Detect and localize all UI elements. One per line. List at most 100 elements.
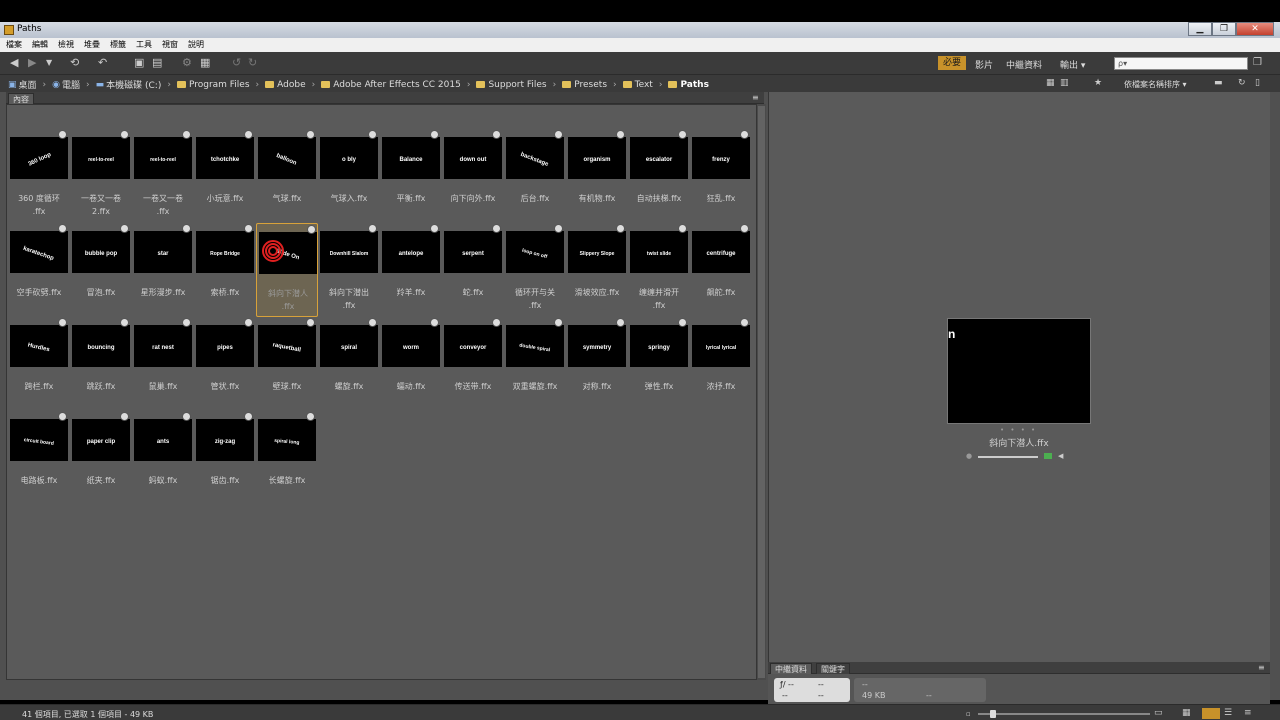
breadcrumb-item[interactable]: ◉ 電腦 ›: [52, 78, 95, 92]
workspace-film[interactable]: 影片: [975, 58, 993, 71]
tab-content[interactable]: 內容: [8, 93, 34, 104]
preset-item[interactable]: Downhill Slalom 斜向下潜出 .ffx: [318, 223, 380, 317]
playback-track[interactable]: [978, 456, 1038, 458]
preset-item[interactable]: Balance 平衡.ffx: [380, 129, 442, 223]
preset-item[interactable]: zig-zag 锯齿.ffx: [194, 411, 256, 505]
view-details-icon[interactable]: ☰: [1224, 708, 1232, 719]
menu-view[interactable]: 檢視: [52, 38, 78, 52]
preset-item[interactable]: spiral 螺旋.ffx: [318, 317, 380, 411]
preset-item[interactable]: symmetry 对称.ffx: [566, 317, 628, 411]
preset-item[interactable]: loop on off 循环开与关 .ffx: [504, 223, 566, 317]
rating-dots[interactable]: • • • •: [1000, 426, 1037, 434]
breadcrumb-item[interactable]: Presets ›: [562, 80, 622, 90]
view-thumbnails-button[interactable]: [1202, 708, 1220, 719]
breadcrumb-item[interactable]: Program Files ›: [176, 80, 265, 90]
preset-item[interactable]: raquetball 壁球.ffx: [256, 317, 318, 411]
menu-help[interactable]: 說明: [182, 38, 208, 52]
menu-label[interactable]: 標籤: [104, 38, 130, 52]
rotate-right-icon[interactable]: ↻: [248, 57, 257, 68]
thumbnail-size-slider[interactable]: [978, 713, 1150, 715]
open-icon[interactable]: ⚙: [182, 57, 192, 68]
maximize-button[interactable]: ❐: [1212, 22, 1236, 36]
content-scrollbar[interactable]: [757, 104, 766, 680]
breadcrumb-item[interactable]: Support Files ›: [476, 80, 562, 90]
preset-item[interactable]: centrifuge 飙舵.ffx: [690, 223, 752, 317]
menu-file[interactable]: 檔案: [0, 38, 26, 52]
preset-item[interactable]: reel-to-reel 一卷又一卷 2.ffx: [70, 129, 132, 223]
menu-edit[interactable]: 編輯: [26, 38, 52, 52]
chevron-down-icon[interactable]: ▼: [46, 57, 52, 68]
preset-item[interactable]: serpent 蛇.ffx: [442, 223, 504, 317]
workspace-metadata[interactable]: 中繼資料: [1006, 58, 1042, 71]
breadcrumb-item[interactable]: Adobe ›: [265, 80, 321, 90]
chevron-right-icon[interactable]: ›: [659, 80, 663, 90]
breadcrumb-item[interactable]: ▣ 桌面 ›: [8, 78, 52, 92]
sort-dropdown[interactable]: 依檔案名稱排序 ▾: [1124, 79, 1187, 90]
preset-item[interactable]: antelope 羚羊.ffx: [380, 223, 442, 317]
preset-item[interactable]: circuit board 电路板.ffx: [8, 411, 70, 505]
preset-item[interactable]: tchotchke 小玩意.ffx: [194, 129, 256, 223]
chevron-right-icon[interactable]: ›: [256, 80, 260, 90]
preset-item[interactable]: Rope Bridge 索桥.ffx: [194, 223, 256, 317]
volume-icon[interactable]: ◀: [1058, 452, 1063, 460]
tab-metadata[interactable]: 中繼資料: [770, 663, 812, 674]
refine-icon[interactable]: ▤: [152, 57, 162, 68]
preset-item[interactable]: pipes 管状.ffx: [194, 317, 256, 411]
zoom-in-icon[interactable]: ▭: [1154, 708, 1163, 719]
star-filter-icon[interactable]: ★: [1094, 78, 1102, 89]
thumbnail-size-knob[interactable]: [990, 710, 996, 718]
preset-item[interactable]: rat nest 鼠巢.ffx: [132, 317, 194, 411]
preset-item[interactable]: karatechop 空手砍劈.ffx: [8, 223, 70, 317]
preset-item[interactable]: escalator 自动扶梯.ffx: [628, 129, 690, 223]
boomerang-icon[interactable]: ↶: [98, 57, 107, 68]
preset-item[interactable]: paper clip 纸夹.ffx: [70, 411, 132, 505]
preset-item[interactable]: Hurdles 跨栏.ffx: [8, 317, 70, 411]
preset-item[interactable]: Slippery Slope 滑坡效应.ffx: [566, 223, 628, 317]
trash-icon[interactable]: ▯: [1255, 78, 1260, 89]
preset-item[interactable]: ants 蚂蚁.ffx: [132, 411, 194, 505]
new-folder-icon[interactable]: ▬: [1214, 78, 1223, 89]
preset-item[interactable]: reel-to-reel 一卷又一卷 .ffx: [132, 129, 194, 223]
chevron-right-icon[interactable]: ›: [467, 80, 471, 90]
rotate-left-icon[interactable]: ↺: [232, 57, 241, 68]
preset-item[interactable]: spiral long 长螺旋.ffx: [256, 411, 318, 505]
preset-item[interactable]: backstage 后台.ffx: [504, 129, 566, 223]
menu-window[interactable]: 視窗: [156, 38, 182, 52]
preset-item[interactable]: twist slide 缠缠并滑开 .ffx: [628, 223, 690, 317]
breadcrumb-item[interactable]: Text ›: [622, 80, 669, 90]
loop-icon[interactable]: [1044, 453, 1052, 459]
grid-lock-icon[interactable]: ▦: [1182, 708, 1191, 719]
view-icon[interactable]: ▥: [1060, 78, 1069, 89]
preset-item[interactable]: double spiral 双重螺旋.ffx: [504, 317, 566, 411]
chevron-right-icon[interactable]: ›: [43, 80, 47, 90]
preset-item[interactable]: star 星形漫步.ffx: [132, 223, 194, 317]
back-icon[interactable]: ◀: [10, 57, 18, 68]
chevron-right-icon[interactable]: ›: [613, 80, 617, 90]
workspace-output[interactable]: 輸出 ▾: [1060, 58, 1085, 71]
panel-menu-icon[interactable]: ≡: [752, 92, 759, 103]
chevron-right-icon[interactable]: ›: [86, 80, 90, 90]
preset-item[interactable]: lyrical lyrical 浓抒.ffx: [690, 317, 752, 411]
preset-item[interactable]: balloon 气球.ffx: [256, 129, 318, 223]
preset-item[interactable]: o bly 气球入.ffx: [318, 129, 380, 223]
compact-mode-icon[interactable]: ❐: [1253, 57, 1262, 68]
zoom-out-icon[interactable]: ▫: [966, 709, 971, 720]
close-button[interactable]: ✕: [1236, 22, 1274, 36]
preset-item[interactable]: 360 loop 360 度循环 .ffx: [8, 129, 70, 223]
breadcrumb-item[interactable]: ▬ 本機磁碟 (C:) ›: [96, 78, 177, 92]
workspace-essentials[interactable]: 必要: [938, 56, 967, 70]
thumbnail-quality-icon[interactable]: ▦: [1046, 78, 1055, 89]
recent-folder-icon[interactable]: ⟲: [70, 57, 79, 68]
view-list-icon[interactable]: ≡: [1244, 708, 1252, 719]
rotate-icon[interactable]: ↻: [1238, 78, 1246, 89]
menu-tools[interactable]: 工具: [130, 38, 156, 52]
tab-keywords[interactable]: 關鍵字: [816, 663, 850, 674]
preset-item[interactable]: springy 弹性.ffx: [628, 317, 690, 411]
camera-icon[interactable]: ▣: [134, 57, 144, 68]
chevron-right-icon[interactable]: ›: [312, 80, 316, 90]
panel-menu-icon[interactable]: ≡: [1258, 662, 1265, 673]
chevron-right-icon[interactable]: ›: [167, 80, 171, 90]
preset-item[interactable]: conveyor 传送带.ffx: [442, 317, 504, 411]
preview-playbar[interactable]: ● ◀: [966, 452, 1066, 462]
preset-item[interactable]: organism 有机物.ffx: [566, 129, 628, 223]
